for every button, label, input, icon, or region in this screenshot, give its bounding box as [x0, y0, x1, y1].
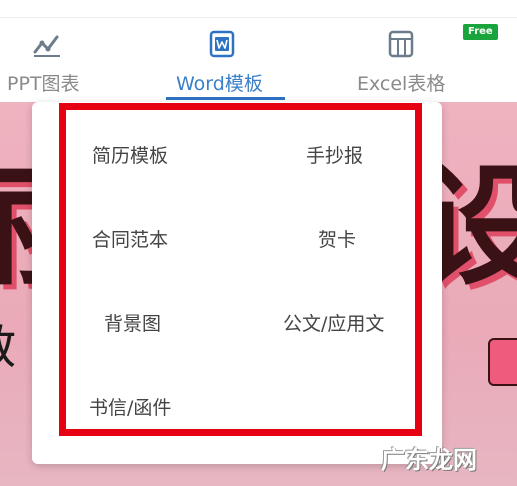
menu-item-letters[interactable]: 书信/函件	[89, 396, 171, 420]
tab-ppt-charts[interactable]: PPT图表	[0, 18, 120, 102]
banner-decor-glyph: 教	[0, 324, 16, 370]
line-chart-icon	[33, 30, 61, 58]
menu-item-contract-templates[interactable]: 合同范本	[92, 228, 168, 252]
tab-word-templates[interactable]: Word模板	[160, 18, 290, 102]
tab-label: Excel表格	[357, 73, 446, 95]
menu-item-greeting-cards[interactable]: 贺卡	[318, 228, 356, 252]
menu-item-official-documents[interactable]: 公文/应用文	[283, 312, 384, 336]
active-tab-underline	[166, 97, 285, 100]
menu-item-resume-templates[interactable]: 简历模板	[92, 144, 168, 168]
category-tab-bar: PPT图表 Word模板 Excel表格 Free	[0, 18, 517, 102]
free-badge: Free	[463, 24, 498, 40]
tab-excel-sheets[interactable]: Excel表格 Free	[345, 18, 498, 102]
watermark: 广东龙网	[381, 446, 477, 474]
menu-item-handwritten-newspaper[interactable]: 手抄报	[306, 144, 363, 168]
spreadsheet-icon	[387, 30, 415, 58]
menu-item-background-images[interactable]: 背景图	[104, 312, 161, 336]
word-doc-icon	[208, 30, 236, 58]
tab-label: PPT图表	[7, 73, 80, 95]
top-strip	[0, 0, 517, 18]
banner-decor-button	[488, 338, 517, 386]
tab-label: Word模板	[176, 73, 263, 95]
